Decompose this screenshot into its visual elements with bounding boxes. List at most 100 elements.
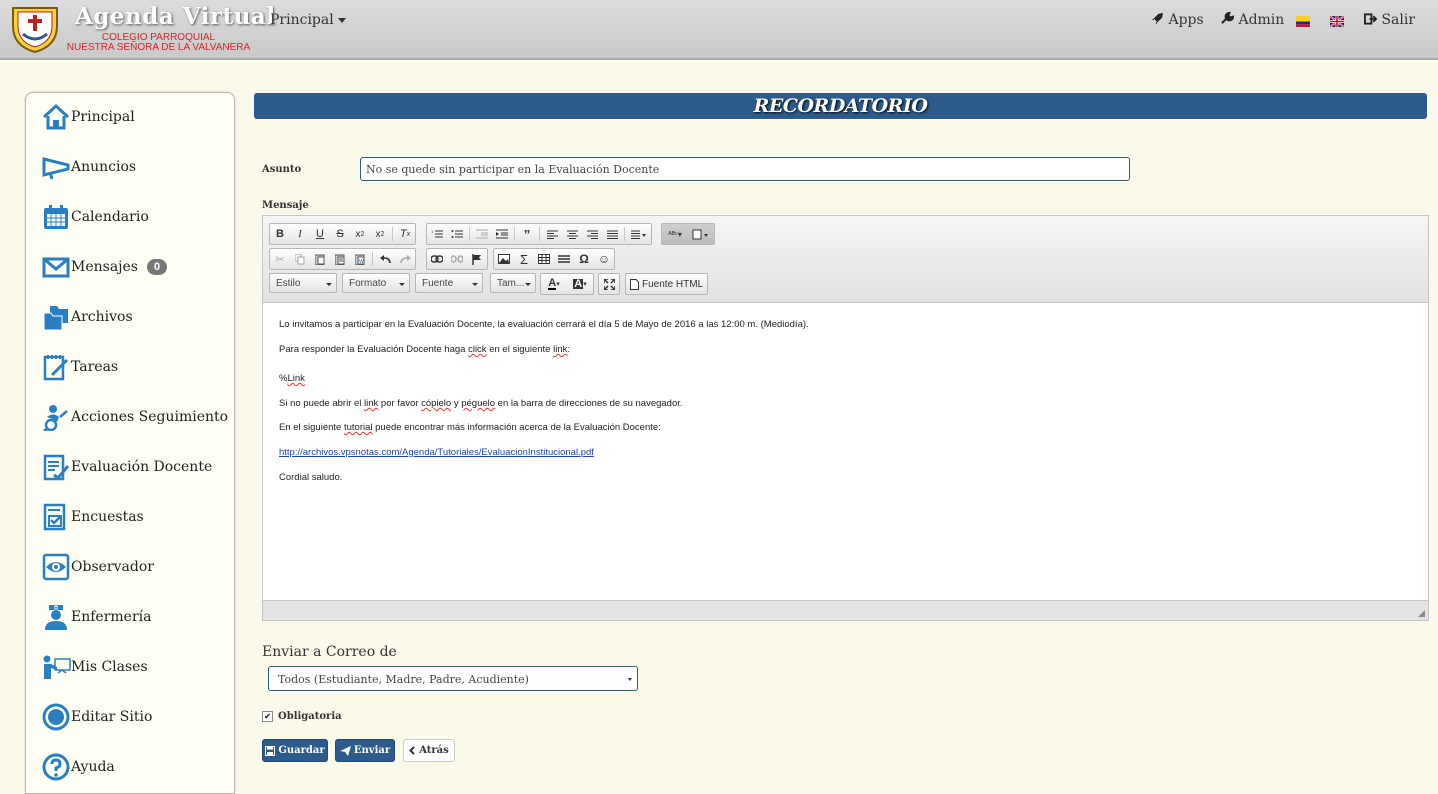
fuente-dropdown[interactable]: Fuente: [415, 273, 483, 293]
numbered-list-icon[interactable]: 1: [428, 225, 446, 243]
outdent-icon[interactable]: [473, 225, 491, 243]
nav-principal-dropdown[interactable]: Principal: [270, 12, 346, 28]
help-icon: [41, 752, 71, 782]
cut-icon[interactable]: ✂: [271, 250, 289, 268]
megaphone-icon: [41, 152, 71, 182]
uk-flag-icon[interactable]: [1330, 16, 1344, 27]
dropdown-arrow-icon: [628, 678, 632, 681]
underline-icon[interactable]: U: [311, 225, 329, 243]
bulleted-list-icon[interactable]: [448, 225, 466, 243]
enviar-button[interactable]: Enviar: [335, 739, 395, 762]
guardar-button[interactable]: Guardar: [262, 739, 328, 762]
indent-icon[interactable]: [493, 225, 511, 243]
sidebar-item-label: Editar Sitio: [71, 709, 153, 725]
sidebar-item-evaluacion-docente[interactable]: Evaluación Docente: [41, 450, 212, 484]
estilo-dropdown[interactable]: Estilo: [269, 273, 337, 293]
smiley-icon[interactable]: ☺: [595, 250, 613, 268]
sidebar-item-label: Principal: [71, 109, 135, 125]
align-center-icon[interactable]: [563, 225, 581, 243]
sidebar-item-principal[interactable]: Principal: [41, 100, 135, 134]
undo-icon[interactable]: [376, 250, 394, 268]
paste-word-icon[interactable]: W: [351, 250, 369, 268]
background-color-icon[interactable]: A ▾: [568, 275, 592, 293]
sidebar-item-acciones-seguimiento[interactable]: Acciones Seguimiento: [41, 400, 228, 434]
text-span: por favor: [378, 398, 422, 409]
scayt-icon[interactable]: [689, 225, 713, 243]
nav-admin-link[interactable]: Admin: [1221, 11, 1284, 28]
image-icon[interactable]: [495, 250, 513, 268]
spellcheck-icon[interactable]: ᴬᴮᶜ▾: [663, 225, 687, 243]
remove-format-icon[interactable]: Tx: [396, 225, 414, 243]
dropdown-arrow-icon: [525, 283, 531, 286]
horizontal-rule-icon[interactable]: [555, 250, 573, 268]
wrench-icon: [1221, 11, 1235, 24]
tamano-label: Tam...: [497, 278, 525, 289]
sidebar-item-ayuda[interactable]: Ayuda: [41, 750, 115, 784]
anchor-flag-icon[interactable]: [468, 250, 486, 268]
nav-logout-link[interactable]: Salir: [1364, 12, 1415, 28]
folders-icon: [41, 302, 71, 332]
school-crest-logo[interactable]: [9, 4, 61, 54]
sidebar-item-label: Tareas: [71, 359, 119, 375]
sidebar-item-mis-clases[interactable]: Mis Clases: [41, 650, 148, 684]
sidebar-item-anuncios[interactable]: Anuncios: [41, 150, 136, 184]
special-char-omega-icon[interactable]: Ω: [575, 250, 593, 268]
strikethrough-icon[interactable]: S: [331, 225, 349, 243]
resize-handle-icon[interactable]: [1418, 610, 1425, 617]
sidebar-item-editar-sitio[interactable]: Editar Sitio: [41, 700, 152, 734]
page-title: RECORDATORIO: [753, 95, 928, 117]
italic-icon[interactable]: I: [291, 225, 309, 243]
direction-dropdown-icon[interactable]: [628, 225, 650, 243]
sidebar-item-mensajes[interactable]: Mensajes 0: [41, 250, 168, 284]
blockquote-icon[interactable]: ”: [518, 225, 536, 243]
toolbar-separator: [514, 227, 515, 241]
obligatoria-checkbox[interactable]: ✔: [262, 711, 273, 722]
toolbar-colors: A ▾ A ▾: [540, 273, 594, 295]
sidebar-item-label: Mis Clases: [71, 659, 148, 675]
sidebar-item-archivos[interactable]: Archivos: [41, 300, 133, 334]
text-span: y: [451, 398, 462, 409]
paste-text-icon[interactable]: [331, 250, 349, 268]
message-line-respond: Para responder la Evaluación Docente hag…: [279, 344, 570, 355]
home-icon: [41, 102, 71, 132]
redo-icon[interactable]: [396, 250, 414, 268]
tamano-dropdown[interactable]: Tam...: [490, 273, 536, 293]
link-icon[interactable]: [428, 250, 446, 268]
text-color-icon[interactable]: A ▾: [542, 275, 566, 293]
recipients-selected-value: Todos (Estudiante, Madre, Padre, Acudien…: [278, 673, 529, 686]
formato-dropdown[interactable]: Formato: [342, 273, 410, 293]
source-html-button[interactable]: Fuente HTML: [625, 273, 709, 295]
text-span: link: [553, 344, 568, 355]
sidebar-item-encuestas[interactable]: Encuestas: [41, 500, 144, 534]
guardar-label: Guardar: [278, 745, 325, 756]
sidebar-item-tareas[interactable]: Tareas: [41, 350, 118, 384]
page-title-banner: RECORDATORIO: [254, 93, 1427, 119]
logout-icon: [1364, 13, 1378, 25]
text-span: Link: [287, 373, 305, 384]
sidebar: Principal Anuncios Calendario Mensajes 0…: [25, 92, 235, 794]
copy-icon[interactable]: [291, 250, 309, 268]
colombia-flag-icon[interactable]: [1296, 16, 1310, 27]
formula-sigma-icon[interactable]: Σ: [515, 250, 533, 268]
tutorial-link[interactable]: http://archivos.vpsnotas.com/Agenda/Tuto…: [279, 447, 594, 458]
sidebar-item-calendario[interactable]: Calendario: [41, 200, 149, 234]
bold-icon[interactable]: B: [271, 225, 289, 243]
sidebar-item-observador[interactable]: Observador: [41, 550, 154, 584]
table-icon[interactable]: [535, 250, 553, 268]
align-right-icon[interactable]: [583, 225, 601, 243]
maximize-icon[interactable]: [600, 275, 618, 293]
sidebar-item-label: Acciones Seguimiento: [71, 409, 229, 425]
superscript-icon[interactable]: x2: [371, 225, 389, 243]
nav-apps-link[interactable]: Apps: [1151, 12, 1204, 28]
subscript-icon[interactable]: x2: [351, 225, 369, 243]
evaluation-icon: [41, 452, 71, 482]
asunto-input[interactable]: No se quede sin participar en la Evaluac…: [360, 157, 1130, 181]
atras-button[interactable]: Atrás: [403, 739, 455, 762]
align-left-icon[interactable]: [543, 225, 561, 243]
unlink-icon[interactable]: [448, 250, 466, 268]
formato-label: Formato: [349, 278, 387, 289]
sidebar-item-enfermeria[interactable]: Enfermería: [41, 600, 151, 634]
justify-icon[interactable]: [603, 225, 621, 243]
recipients-select[interactable]: Todos (Estudiante, Madre, Padre, Acudien…: [268, 666, 638, 691]
paste-icon[interactable]: [311, 250, 329, 268]
